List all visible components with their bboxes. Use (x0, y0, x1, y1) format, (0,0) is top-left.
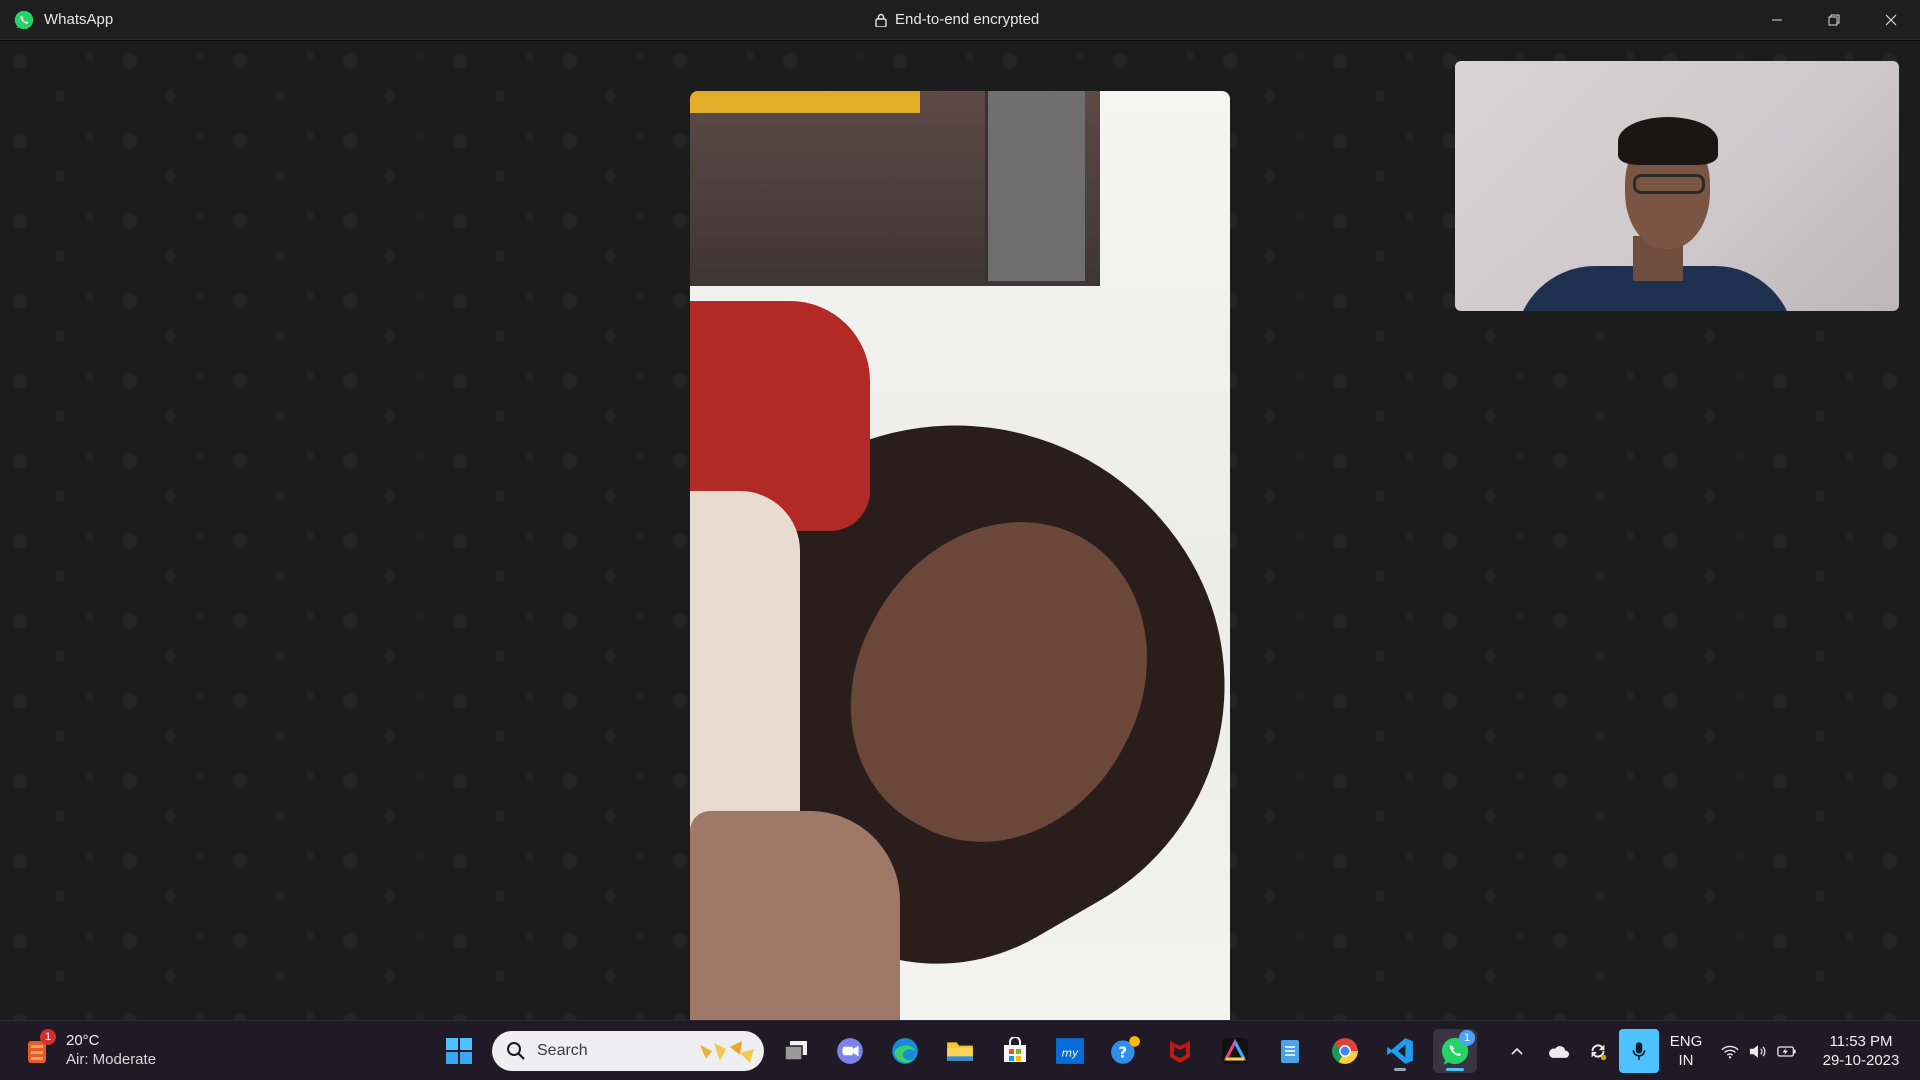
chrome-icon (1332, 1038, 1358, 1064)
weather-icon: 1 (22, 1029, 56, 1067)
clock-time: 11:53 PM (1829, 1033, 1893, 1050)
svg-text:?: ? (1119, 1043, 1128, 1061)
microphone-in-use-button[interactable] (1619, 1029, 1659, 1073)
taskbar: 1 20°C Air: Moderate Search my ? 1 ENG I… (0, 1020, 1920, 1080)
teams-chat-icon (837, 1038, 863, 1064)
arc-app-icon (1222, 1038, 1248, 1064)
running-indicator (1394, 1068, 1406, 1071)
app-title: WhatsApp (44, 11, 114, 28)
teams-chat-button[interactable] (828, 1029, 872, 1073)
start-button[interactable] (437, 1029, 481, 1073)
clock-date: 29-10-2023 (1822, 1052, 1900, 1069)
task-view-button[interactable] (774, 1029, 818, 1073)
encryption-status: End-to-end encrypted (875, 11, 1039, 28)
weather-widget[interactable]: 1 20°C Air: Moderate (22, 1029, 157, 1069)
myhp-icon: my (1056, 1038, 1084, 1064)
get-help-icon: ? (1111, 1036, 1140, 1064)
self-glasses (1633, 174, 1705, 194)
edge-icon (892, 1038, 918, 1064)
vscode-icon (1387, 1038, 1413, 1064)
volume-icon (1749, 1044, 1766, 1058)
weather-condition: Air: Moderate (66, 1051, 157, 1068)
active-indicator (1446, 1068, 1464, 1071)
wifi-icon (1721, 1045, 1739, 1059)
video-hand (690, 811, 900, 1051)
restore-button[interactable] (1806, 0, 1862, 40)
self-preview-video[interactable] (1455, 61, 1899, 311)
chrome-button[interactable] (1323, 1029, 1367, 1073)
notepad-button[interactable] (1268, 1029, 1312, 1073)
file-explorer-icon (947, 1042, 973, 1061)
call-background (0, 41, 1920, 1051)
restore-icon (1828, 14, 1840, 26)
weather-temperature: 20°C (66, 1032, 100, 1049)
svg-text:my: my (1062, 1046, 1079, 1059)
search-highlight-icon (700, 1041, 754, 1063)
onedrive-icon (1549, 1045, 1569, 1058)
file-explorer-button[interactable] (938, 1029, 982, 1073)
self-hair (1618, 117, 1718, 165)
myhp-button[interactable]: my (1048, 1029, 1092, 1073)
search-icon (507, 1042, 525, 1060)
close-icon (1885, 14, 1897, 26)
microsoft-store-icon (1004, 1037, 1026, 1062)
language-code: ENG (1669, 1033, 1703, 1050)
mcafee-icon (1170, 1041, 1190, 1063)
battery-icon (1777, 1045, 1796, 1057)
minimize-button[interactable] (1749, 0, 1805, 40)
minimize-icon (1772, 19, 1782, 21)
language-region: IN (1678, 1052, 1694, 1069)
video-shelf-top (690, 91, 920, 113)
microphone-icon (1632, 1042, 1646, 1060)
vscode-button[interactable] (1378, 1029, 1422, 1073)
task-view-icon (784, 1041, 807, 1061)
whatsapp-unread-badge: 1 (1459, 1030, 1475, 1046)
sync-button[interactable] (1576, 1029, 1620, 1073)
video-shelf-glass (985, 91, 1085, 281)
microsoft-store-button[interactable] (993, 1029, 1037, 1073)
title-bar: WhatsApp End-to-end encrypted (0, 0, 1920, 40)
whatsapp-logo-icon (14, 10, 34, 30)
arc-app-button[interactable] (1213, 1029, 1257, 1073)
weather-badge: 1 (40, 1029, 56, 1045)
edge-button[interactable] (883, 1029, 927, 1073)
remote-participant-video[interactable] (690, 91, 1230, 1051)
clock[interactable]: 11:53 PM 29-10-2023 (1814, 1032, 1908, 1070)
mcafee-button[interactable] (1158, 1029, 1202, 1073)
start-menu-icon (446, 1038, 472, 1064)
chevron-up-icon (1511, 1047, 1523, 1055)
sync-icon (1591, 1044, 1607, 1061)
encryption-label: End-to-end encrypted (895, 11, 1040, 28)
notepad-icon (1281, 1040, 1299, 1063)
search-placeholder: Search (537, 1042, 588, 1059)
get-help-button[interactable]: ? (1103, 1029, 1147, 1073)
language-indicator[interactable]: ENG IN (1668, 1032, 1704, 1070)
taskbar-search[interactable]: Search (492, 1031, 764, 1071)
close-button[interactable] (1863, 0, 1919, 40)
quick-settings-button[interactable] (1714, 1029, 1804, 1073)
whatsapp-taskbar-button[interactable]: 1 (1433, 1029, 1477, 1073)
onedrive-button[interactable] (1536, 1029, 1580, 1073)
show-hidden-icons-button[interactable] (1495, 1029, 1539, 1073)
lock-icon (875, 13, 887, 27)
